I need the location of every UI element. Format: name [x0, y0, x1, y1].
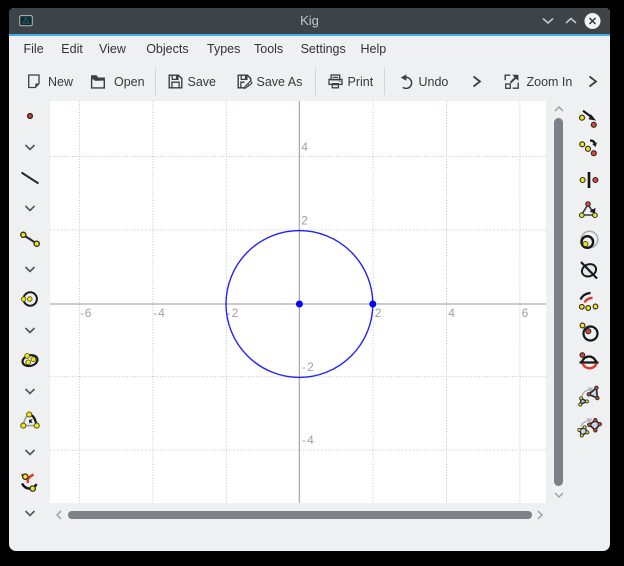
svg-text:2: 2: [301, 214, 308, 228]
svg-text:-4: -4: [153, 306, 165, 320]
svg-text:-2: -2: [302, 360, 315, 374]
svg-text:6: 6: [522, 306, 529, 320]
svg-text:4: 4: [301, 140, 308, 154]
svg-text:-4: -4: [302, 433, 315, 447]
svg-text:-2: -2: [227, 306, 239, 320]
svg-text:-6: -6: [80, 306, 92, 320]
svg-text:2: 2: [375, 306, 382, 320]
svg-text:4: 4: [448, 306, 455, 320]
